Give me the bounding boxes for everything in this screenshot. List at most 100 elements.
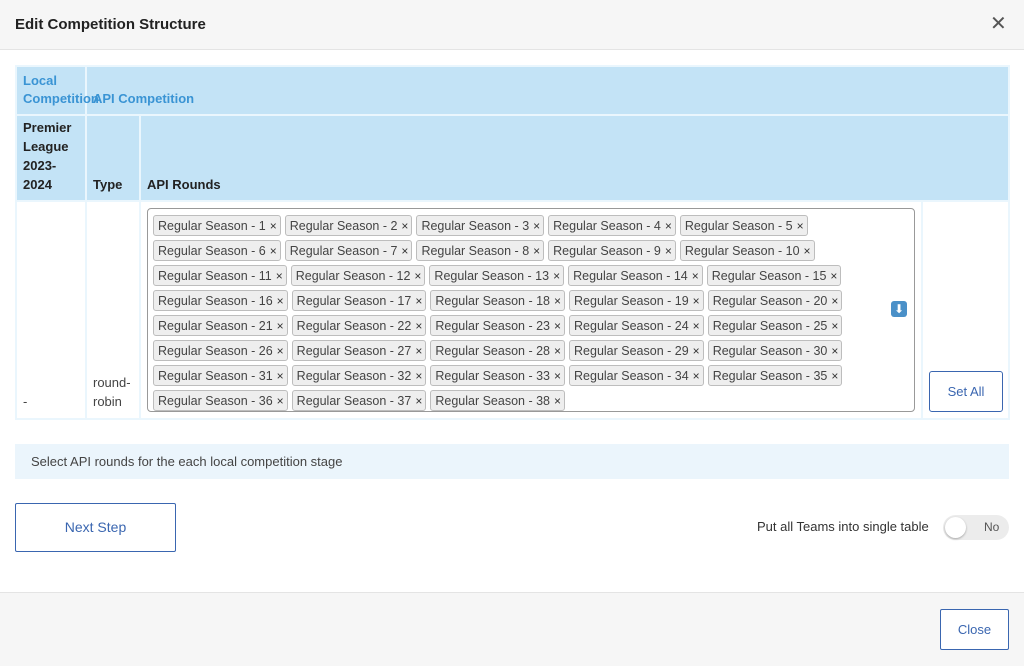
round-tag: Regular Season - 21 ×: [153, 315, 288, 336]
remove-tag-icon[interactable]: ×: [797, 219, 804, 233]
remove-tag-icon[interactable]: ×: [831, 344, 838, 358]
remove-tag-icon[interactable]: ×: [554, 394, 561, 408]
remove-tag-icon[interactable]: ×: [276, 269, 283, 283]
round-tag: Regular Season - 36 ×: [153, 390, 288, 411]
close-icon[interactable]: ✕: [990, 11, 1007, 36]
remove-tag-icon[interactable]: ×: [665, 244, 672, 258]
remove-tag-icon[interactable]: ×: [277, 319, 284, 333]
round-tag-label: Regular Season - 18: [435, 293, 550, 308]
round-tag: Regular Season - 37 ×: [291, 390, 427, 411]
remove-tag-icon[interactable]: ×: [277, 394, 284, 408]
round-tag-label: Regular Season - 13: [434, 268, 550, 283]
remove-tag-icon[interactable]: ×: [693, 344, 700, 358]
remove-tag-icon[interactable]: ×: [554, 344, 561, 358]
round-tag-label: Regular Season - 16: [158, 293, 273, 308]
remove-tag-icon[interactable]: ×: [830, 269, 837, 283]
round-tag: Regular Season - 38 ×: [430, 390, 566, 411]
round-tag-label: Regular Season - 17: [296, 293, 412, 308]
stage-cell: -: [15, 200, 87, 420]
round-tag: Regular Season - 1 ×: [153, 215, 281, 236]
round-tag: Regular Season - 17 ×: [291, 290, 427, 311]
round-tag: Regular Season - 12 ×: [290, 265, 426, 286]
rounds-multiselect[interactable]: Regular Season - 1 × Regular Season - 2 × Re…: [147, 208, 915, 412]
toggle-knob: [945, 517, 966, 538]
local-competition-header: Local Competition: [15, 65, 99, 116]
round-tag-label: Regular Season - 32: [296, 368, 412, 383]
round-tag: Regular Season - 13 ×: [429, 265, 565, 286]
modal-footer: Close: [0, 592, 1024, 666]
remove-tag-icon[interactable]: ×: [270, 244, 277, 258]
remove-tag-icon[interactable]: ×: [401, 244, 408, 258]
remove-tag-icon[interactable]: ×: [831, 294, 838, 308]
down-arrow-icon[interactable]: ⬇: [891, 301, 907, 317]
api-rounds-label: API Rounds: [147, 177, 221, 192]
remove-tag-icon[interactable]: ×: [554, 369, 561, 383]
round-tag: Regular Season - 15 ×: [706, 265, 842, 286]
round-tag-label: Regular Season - 26: [158, 343, 273, 358]
remove-tag-icon[interactable]: ×: [665, 219, 672, 233]
round-tag: Regular Season - 6 ×: [153, 240, 281, 261]
round-tag: Regular Season - 28 ×: [430, 340, 566, 361]
info-text: Select API rounds for the each local com…: [31, 454, 343, 469]
remove-tag-icon[interactable]: ×: [554, 294, 561, 308]
remove-tag-icon[interactable]: ×: [270, 219, 277, 233]
remove-tag-icon[interactable]: ×: [415, 319, 422, 333]
round-tag-label: Regular Season - 23: [435, 318, 550, 333]
round-tag-label: Regular Season - 15: [711, 268, 827, 283]
info-bar: Select API rounds for the each local com…: [15, 444, 1009, 479]
next-step-button[interactable]: Next Step: [15, 503, 176, 552]
single-table-toggle[interactable]: No: [943, 515, 1009, 540]
single-table-label: Put all Teams into single table: [757, 519, 929, 534]
round-tag: Regular Season - 34 ×: [569, 365, 704, 386]
type-header: Type: [85, 114, 141, 202]
remove-tag-icon[interactable]: ×: [277, 294, 284, 308]
remove-tag-icon[interactable]: ×: [553, 269, 560, 283]
local-competition-label: Local Competition: [23, 73, 99, 106]
round-tag: Regular Season - 24 ×: [569, 315, 704, 336]
remove-tag-icon[interactable]: ×: [533, 244, 540, 258]
close-button[interactable]: Close: [940, 609, 1009, 650]
round-tag: Regular Season - 26 ×: [153, 340, 288, 361]
round-tag: Regular Season - 33 ×: [430, 365, 566, 386]
remove-tag-icon[interactable]: ×: [831, 369, 838, 383]
round-tag-label: Regular Season - 29: [574, 343, 689, 358]
remove-tag-icon[interactable]: ×: [693, 319, 700, 333]
remove-tag-icon[interactable]: ×: [693, 369, 700, 383]
stage-value: -: [23, 394, 28, 409]
round-tag: Regular Season - 31 ×: [153, 365, 288, 386]
round-tag-label: Regular Season - 14: [573, 268, 688, 283]
remove-tag-icon[interactable]: ×: [401, 219, 408, 233]
remove-tag-icon[interactable]: ×: [554, 319, 561, 333]
remove-tag-icon[interactable]: ×: [415, 369, 422, 383]
selected-rounds-list: Regular Season - 1 × Regular Season - 2 × Re…: [151, 213, 871, 413]
rounds-cell: Regular Season - 1 × Regular Season - 2 × Re…: [139, 200, 923, 420]
remove-tag-icon[interactable]: ×: [277, 344, 284, 358]
remove-tag-icon[interactable]: ×: [831, 319, 838, 333]
round-tag: Regular Season - 11 ×: [153, 265, 287, 286]
competition-name-label: Premier League 2023-2024: [23, 120, 72, 192]
remove-tag-icon[interactable]: ×: [415, 294, 422, 308]
remove-tag-icon[interactable]: ×: [533, 219, 540, 233]
round-tag-label: Regular Season - 12: [295, 268, 411, 283]
round-tag-label: Regular Season - 20: [712, 293, 828, 308]
round-tag: Regular Season - 27 ×: [291, 340, 427, 361]
round-tag-label: Regular Season - 11: [158, 268, 272, 283]
remove-tag-icon[interactable]: ×: [414, 269, 421, 283]
remove-tag-icon[interactable]: ×: [277, 369, 284, 383]
remove-tag-icon[interactable]: ×: [415, 394, 422, 408]
round-tag-label: Regular Season - 28: [435, 343, 550, 358]
type-label: Type: [93, 177, 123, 192]
remove-tag-icon[interactable]: ×: [693, 294, 700, 308]
remove-tag-icon[interactable]: ×: [415, 344, 422, 358]
round-tag: Regular Season - 20 ×: [707, 290, 843, 311]
set-all-button[interactable]: Set All: [929, 371, 1003, 412]
remove-tag-icon[interactable]: ×: [692, 269, 699, 283]
round-tag-label: Regular Season - 31: [158, 368, 273, 383]
round-tag: Regular Season - 8 ×: [416, 240, 545, 261]
type-cell: round-robin: [85, 200, 141, 420]
round-tag: Regular Season - 30 ×: [707, 340, 843, 361]
remove-tag-icon[interactable]: ×: [804, 244, 811, 258]
round-tag: Regular Season - 32 ×: [291, 365, 427, 386]
round-tag: Regular Season - 25 ×: [707, 315, 843, 336]
round-tag-label: Regular Season - 4: [553, 218, 661, 233]
